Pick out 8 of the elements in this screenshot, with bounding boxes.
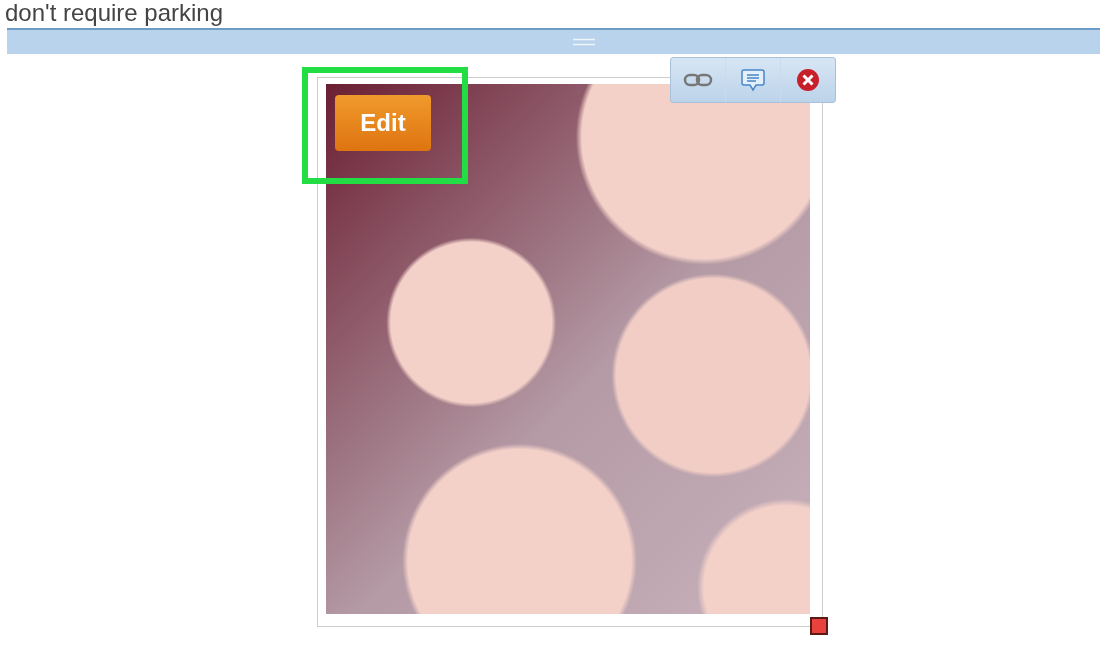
close-icon[interactable]: [796, 68, 820, 92]
edit-button[interactable]: Edit: [335, 95, 431, 151]
drag-bar[interactable]: [7, 28, 1100, 54]
speech-bubble-icon[interactable]: [741, 68, 765, 92]
link-icon[interactable]: [683, 72, 713, 88]
resize-handle[interactable]: [810, 617, 828, 635]
grip-icon: [572, 38, 595, 46]
body-text: don't require parking: [4, 0, 225, 28]
